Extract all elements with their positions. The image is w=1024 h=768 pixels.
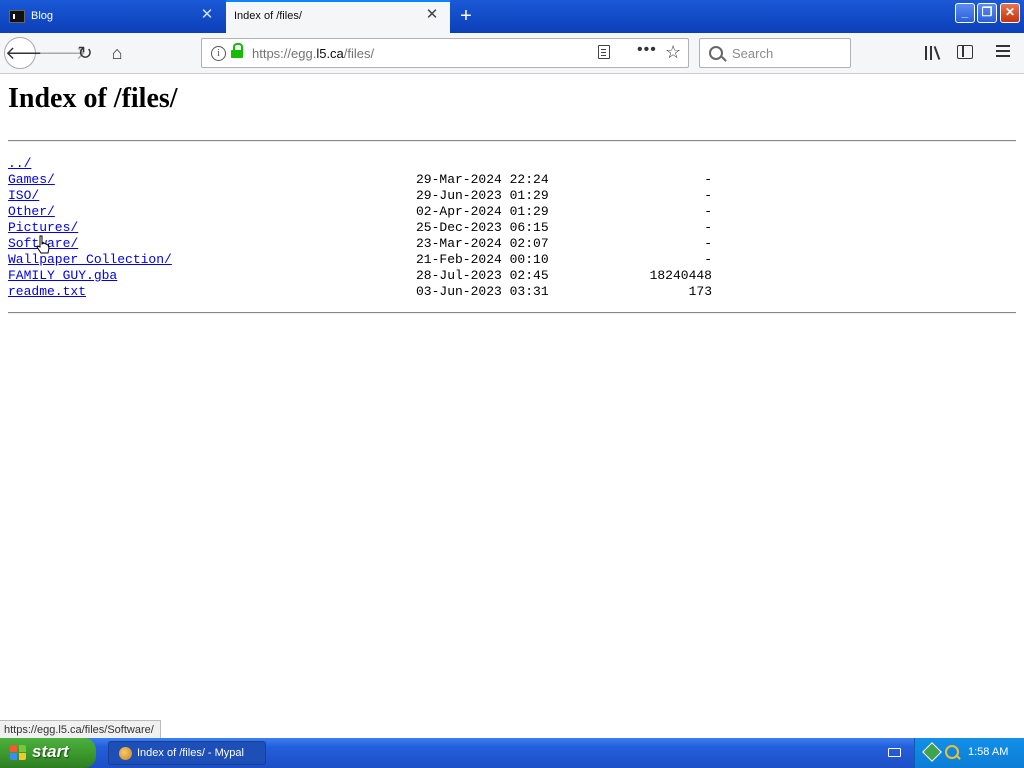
close-tab-icon[interactable]: ✕ bbox=[199, 7, 215, 23]
tab-strip: Blog ✕ Index of /files/ ✕ + _ ❐ ✕ bbox=[0, 0, 1024, 33]
keyboard-icon[interactable] bbox=[888, 748, 901, 757]
search-input[interactable]: Search bbox=[699, 38, 851, 68]
network-icon[interactable] bbox=[922, 742, 942, 762]
file-size: - bbox=[704, 204, 712, 219]
url-bar[interactable]: i https://egg.l5.ca/files/ ••• ☆ bbox=[201, 38, 689, 68]
link-wallpaper-collection[interactable]: Wallpaper Collection/ bbox=[8, 252, 172, 268]
modified-date: 28-Jul-2023 02:45 bbox=[416, 268, 549, 283]
hamburger-menu-icon[interactable] bbox=[996, 45, 1010, 47]
link-family-guy-gba[interactable]: FAMILY GUY.gba bbox=[8, 268, 117, 284]
link-readme-txt[interactable]: readme.txt bbox=[8, 284, 86, 300]
terminal-favicon-icon bbox=[9, 10, 25, 23]
modified-date: 29-Mar-2024 22:24 bbox=[416, 172, 549, 187]
divider bbox=[8, 312, 1016, 314]
modified-date: 25-Dec-2023 06:15 bbox=[416, 220, 549, 235]
navigation-toolbar: 🡐 🡒 ↻ ⌂ i https://egg.l5.ca/files/ ••• ☆… bbox=[0, 33, 1024, 74]
close-tab-icon[interactable]: ✕ bbox=[424, 7, 440, 23]
forward-button[interactable]: 🡒 bbox=[38, 38, 86, 68]
link-parent-directory[interactable]: ../ bbox=[8, 156, 31, 172]
reload-button[interactable]: ↻ bbox=[70, 38, 100, 68]
reader-view-icon[interactable] bbox=[598, 45, 610, 59]
back-button[interactable]: 🡐 bbox=[4, 37, 53, 69]
close-window-button[interactable]: ✕ bbox=[1000, 3, 1020, 23]
start-button[interactable]: start bbox=[0, 738, 96, 768]
magnifier-icon[interactable] bbox=[945, 745, 959, 759]
search-placeholder: Search bbox=[732, 46, 774, 61]
file-size: - bbox=[704, 172, 712, 187]
divider bbox=[8, 140, 1016, 142]
taskbar-item-label: Index of /files/ - Mypal bbox=[137, 747, 244, 759]
status-bar-url: https://egg.l5.ca/files/Software/ bbox=[0, 720, 161, 739]
link-iso[interactable]: ISO/ bbox=[8, 188, 39, 204]
info-icon[interactable]: i bbox=[211, 46, 226, 61]
more-actions-icon[interactable]: ••• bbox=[637, 41, 657, 59]
home-button[interactable]: ⌂ bbox=[102, 38, 132, 68]
clock[interactable]: 1:58 AM bbox=[968, 746, 1008, 758]
file-size: 18240448 bbox=[649, 268, 712, 283]
link-pictures[interactable]: Pictures/ bbox=[8, 220, 78, 236]
tab-index-files[interactable]: Index of /files/ ✕ bbox=[226, 0, 450, 33]
page-title: Index of /files/ bbox=[8, 83, 178, 114]
system-tray: 1:58 AM bbox=[914, 738, 1024, 768]
tab-label: Blog bbox=[31, 10, 54, 22]
file-size: - bbox=[704, 188, 712, 203]
url-text[interactable]: https://egg.l5.ca/files/ bbox=[252, 46, 374, 61]
modified-date: 23-Mar-2024 02:07 bbox=[416, 236, 549, 251]
file-size: - bbox=[704, 236, 712, 251]
start-label: start bbox=[32, 742, 69, 761]
link-other[interactable]: Other/ bbox=[8, 204, 55, 220]
tab-blog[interactable]: Blog ✕ bbox=[0, 0, 226, 33]
file-size: 173 bbox=[688, 284, 712, 299]
modified-date: 02-Apr-2024 01:29 bbox=[416, 204, 549, 219]
taskbar: start Index of /files/ - Mypal 1:58 AM bbox=[0, 738, 1024, 768]
modified-date: 29-Jun-2023 01:29 bbox=[416, 188, 549, 203]
modified-date: 03-Jun-2023 03:31 bbox=[416, 284, 549, 299]
mypal-icon bbox=[119, 747, 132, 760]
link-games[interactable]: Games/ bbox=[8, 172, 55, 188]
sidebar-toggle-icon[interactable] bbox=[957, 45, 973, 59]
file-size: - bbox=[704, 220, 712, 235]
library-icon[interactable] bbox=[925, 44, 943, 60]
bookmark-star-icon[interactable]: ☆ bbox=[665, 42, 681, 63]
tab-label: Index of /files/ bbox=[234, 10, 302, 22]
lock-icon[interactable] bbox=[231, 43, 243, 58]
new-tab-button[interactable]: + bbox=[455, 6, 477, 26]
hand-cursor-icon bbox=[36, 235, 50, 254]
maximize-button[interactable]: ❐ bbox=[977, 3, 997, 23]
search-icon bbox=[709, 46, 723, 60]
file-size: - bbox=[704, 252, 712, 267]
minimize-button[interactable]: _ bbox=[955, 3, 975, 23]
windows-logo-icon bbox=[10, 745, 27, 761]
taskbar-item-mypal[interactable]: Index of /files/ - Mypal bbox=[108, 741, 266, 765]
modified-date: 21-Feb-2024 00:10 bbox=[416, 252, 549, 267]
page-content: Index of /files/ ../ Games/29-Mar-2024 2… bbox=[0, 74, 1024, 738]
